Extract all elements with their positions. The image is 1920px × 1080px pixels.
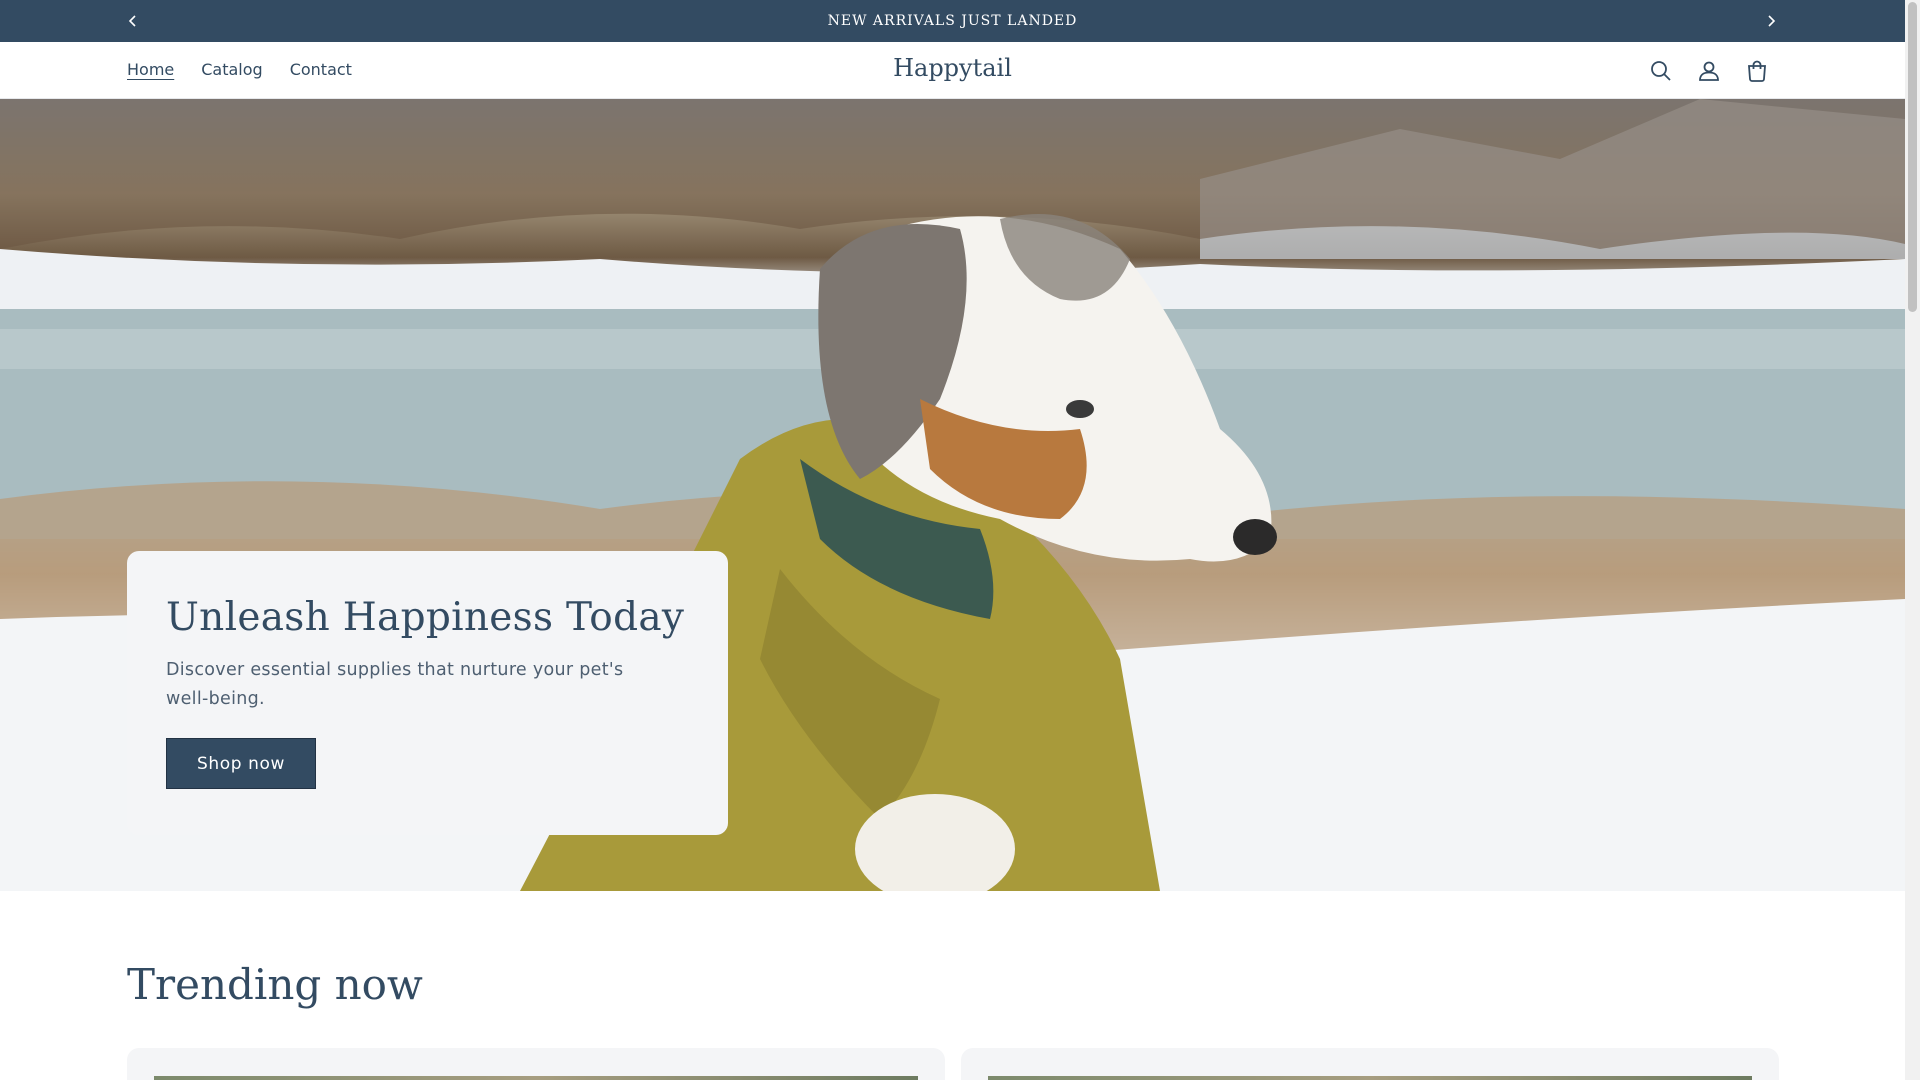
product-card[interactable] (127, 1048, 945, 1080)
trending-title: Trending now (127, 960, 423, 1009)
product-card[interactable] (961, 1048, 1779, 1080)
page: NEW ARRIVALS JUST LANDED Home Catalog Co… (0, 0, 1920, 1080)
search-button[interactable] (1646, 56, 1676, 86)
announcement-bar: NEW ARRIVALS JUST LANDED (0, 0, 1905, 42)
nav-link-catalog[interactable]: Catalog (201, 60, 262, 79)
nav-link-home[interactable]: Home (127, 60, 174, 79)
chevron-right-icon (1768, 15, 1776, 27)
announcement-prev-button[interactable] (122, 10, 144, 32)
site-header: Home Catalog Contact Happytail (0, 42, 1905, 99)
site-logo[interactable]: Happytail (893, 54, 1012, 82)
product-image (154, 1076, 918, 1080)
page-scrollbar[interactable] (1905, 0, 1920, 1080)
main-nav: Home Catalog Contact (127, 60, 352, 79)
chevron-left-icon (128, 15, 136, 27)
account-button[interactable] (1694, 56, 1724, 86)
cart-icon (1748, 60, 1766, 82)
hero-banner: Unleash Happiness Today Discover essenti… (0, 99, 1905, 891)
cart-button[interactable] (1742, 56, 1772, 86)
hero-card: Unleash Happiness Today Discover essenti… (127, 551, 728, 835)
announcement-text: NEW ARRIVALS JUST LANDED (827, 13, 1078, 29)
hero-subtitle: Discover essential supplies that nurture… (166, 660, 624, 709)
shop-now-button[interactable]: Shop now (166, 738, 316, 789)
announcement-next-button[interactable] (1760, 10, 1782, 32)
hero-title: Unleash Happiness Today (166, 595, 685, 640)
account-icon (1699, 61, 1719, 81)
product-image (988, 1076, 1752, 1080)
header-icons (1646, 56, 1772, 86)
search-icon (1651, 61, 1671, 81)
nav-link-contact[interactable]: Contact (290, 60, 352, 79)
scrollbar-thumb[interactable] (1908, 2, 1917, 312)
